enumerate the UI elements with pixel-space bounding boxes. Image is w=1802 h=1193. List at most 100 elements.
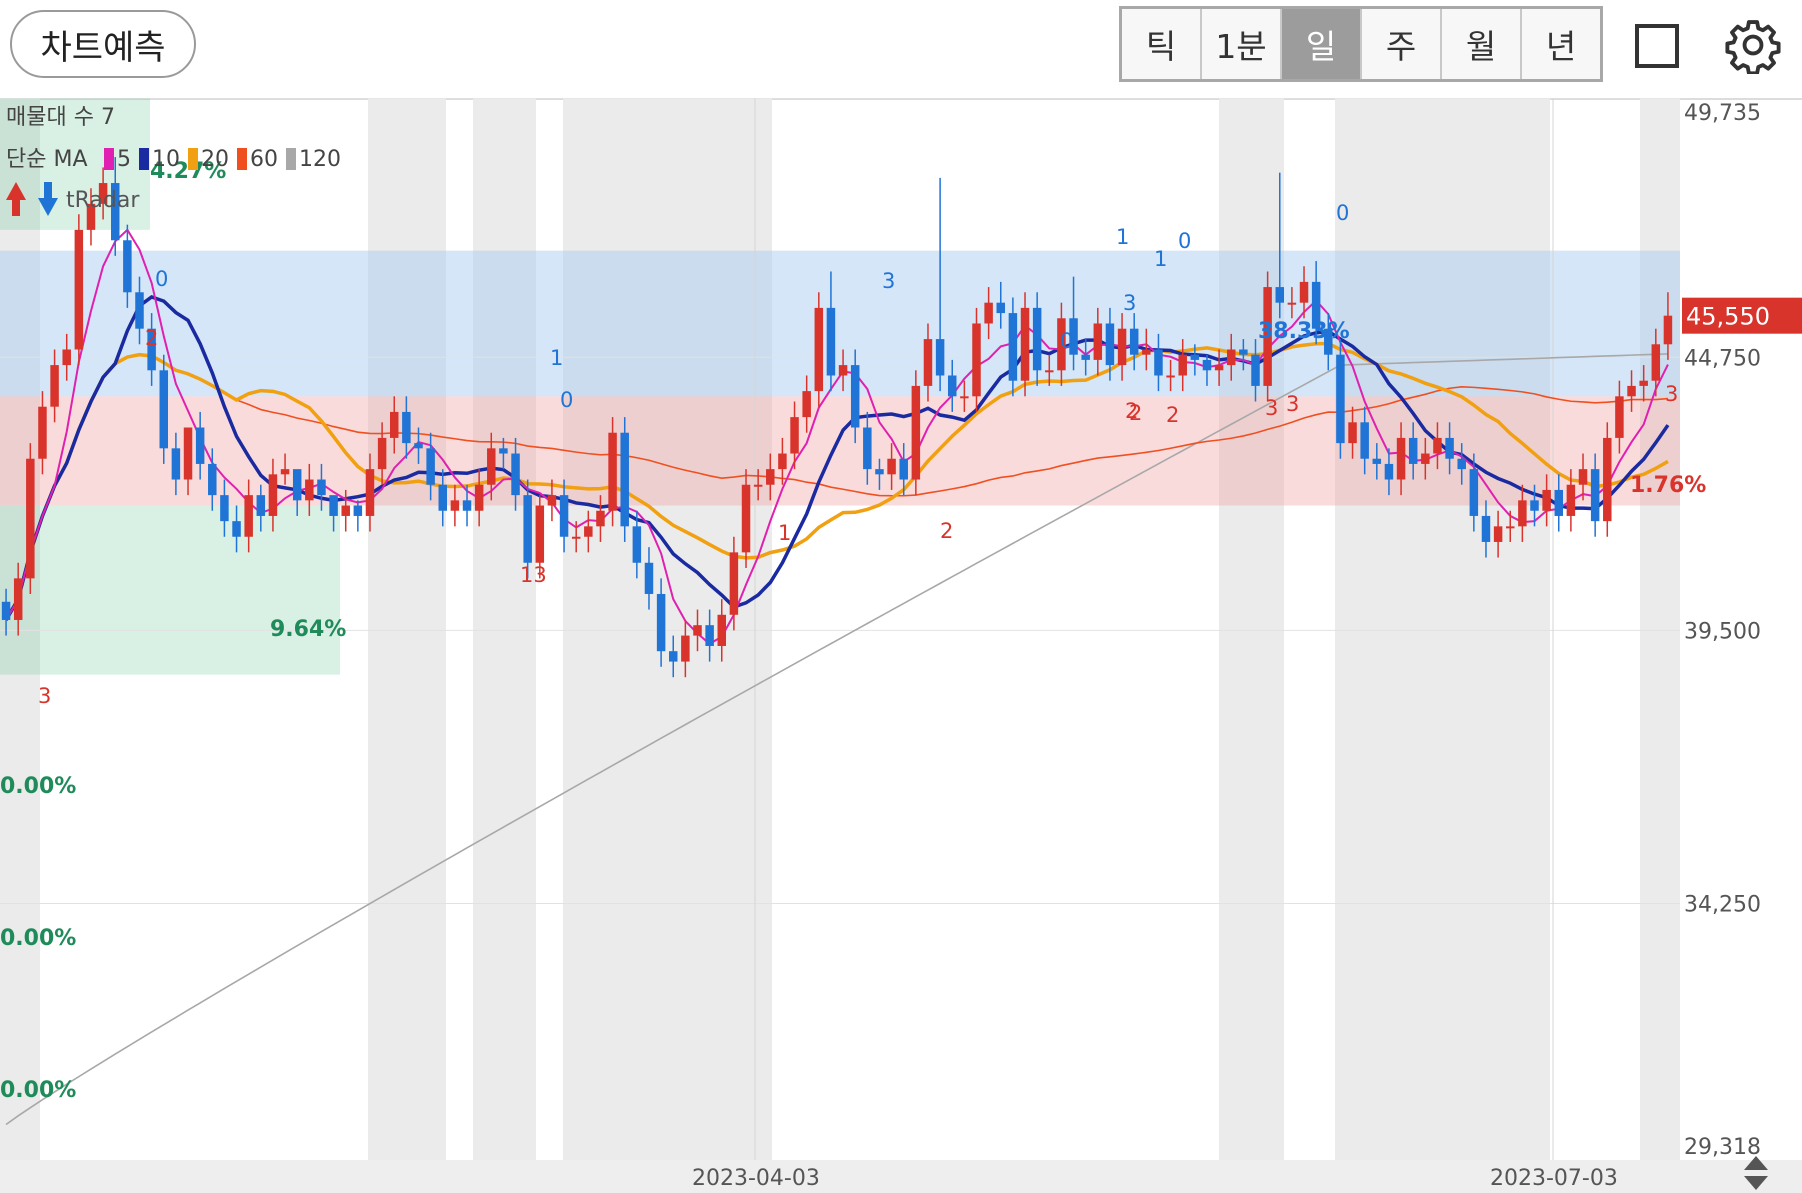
- signal-mark: 1: [550, 346, 563, 370]
- candle-body: [1081, 354, 1090, 360]
- candle-body: [1530, 500, 1539, 511]
- candle-body: [1360, 422, 1369, 459]
- candle-body: [487, 448, 496, 485]
- gear-icon[interactable]: [1724, 16, 1782, 74]
- candle-body: [547, 495, 557, 506]
- candle-body: [1445, 437, 1454, 459]
- candle-body: [1518, 500, 1527, 527]
- candle-body: [1202, 359, 1212, 371]
- candle-body: [450, 500, 460, 511]
- chart-predict-button[interactable]: 차트예측: [10, 10, 196, 78]
- percent-label: 0.00%: [0, 774, 76, 799]
- candle-body: [426, 448, 435, 485]
- candle-body: [280, 469, 290, 475]
- candle-body: [1336, 354, 1345, 444]
- candle-body: [195, 427, 205, 464]
- tab-1min[interactable]: 1분: [1202, 9, 1282, 79]
- tab-month[interactable]: 월: [1442, 9, 1522, 79]
- candle-body: [681, 635, 690, 662]
- candle-body: [62, 349, 71, 366]
- candle-body: [438, 484, 448, 511]
- candle-body: [1408, 437, 1418, 464]
- candle-body: [353, 505, 363, 516]
- signal-mark: 3: [1665, 382, 1678, 406]
- candle-body: [1, 601, 11, 620]
- candle-body: [1239, 349, 1248, 355]
- candle-body: [1542, 489, 1551, 511]
- ma-period-label: 60: [250, 147, 278, 172]
- candle-body: [1299, 281, 1309, 303]
- candle-body: [1226, 349, 1236, 366]
- candle-body: [50, 365, 59, 407]
- candle-body: [462, 500, 472, 511]
- tab-day[interactable]: 일: [1282, 9, 1362, 79]
- signal-mark: 1: [778, 521, 791, 545]
- ma-period-label: 20: [201, 147, 229, 172]
- candle-body: [256, 495, 266, 516]
- percent-label: 0.00%: [0, 926, 76, 951]
- candle-body: [365, 469, 375, 516]
- y-tick-label: 44,750: [1684, 346, 1761, 371]
- candle-body: [1603, 437, 1612, 522]
- fullscreen-icon[interactable]: [1635, 24, 1679, 68]
- tab-tick[interactable]: 틱: [1122, 9, 1202, 79]
- candle-body: [972, 323, 981, 397]
- candle-body: [960, 396, 969, 399]
- tab-year[interactable]: 년: [1522, 9, 1600, 79]
- ma-swatch: [237, 148, 247, 170]
- signal-mark: 13: [520, 563, 547, 587]
- candle-body: [1566, 484, 1576, 516]
- ma-period-label: 120: [299, 147, 341, 172]
- signal-mark: 2: [940, 519, 953, 543]
- candle-body: [632, 526, 642, 563]
- signal-mark: 2: [145, 326, 158, 350]
- ma-swatch: [104, 148, 114, 170]
- stock-chart[interactable]: 4.27%9.64%0.00%0.00%0.00%38.33%1.76%3201…: [0, 98, 1802, 1193]
- candle-body: [244, 495, 253, 537]
- percent-label: 1.76%: [1630, 473, 1706, 498]
- ma-period-label: 5: [117, 147, 131, 172]
- signal-mark: 0: [1178, 229, 1191, 253]
- candle-body: [1578, 469, 1588, 485]
- candle-body: [766, 469, 775, 485]
- candle-body: [620, 432, 629, 527]
- top-toolbar: 차트예측 틱 1분 일 주 월 년: [0, 0, 1802, 100]
- volume-profile-label: 매물대 수 7: [6, 105, 115, 130]
- candle-body: [826, 307, 836, 376]
- candle-body: [1469, 469, 1479, 516]
- candle-body: [1214, 365, 1224, 371]
- candle-body: [1166, 375, 1175, 378]
- signal-label: tRadar: [66, 188, 140, 213]
- candle-body: [705, 625, 714, 646]
- tab-week[interactable]: 주: [1362, 9, 1442, 79]
- candle-body: [159, 370, 169, 449]
- percent-label: 0.00%: [0, 1078, 76, 1103]
- candle-body: [571, 536, 581, 539]
- signal-mark: 0: [155, 267, 168, 291]
- signal-mark: 0: [1060, 329, 1073, 353]
- candle-body: [74, 229, 84, 350]
- candle-body: [402, 411, 411, 444]
- candle-body: [1372, 458, 1382, 464]
- candle-body: [1421, 453, 1430, 464]
- candle-body: [171, 448, 181, 480]
- candle-body: [292, 469, 302, 501]
- candle-body: [668, 651, 678, 662]
- candle-body: [753, 484, 763, 487]
- x-tick-label: 2023-04-03: [692, 1166, 820, 1191]
- candle-body: [220, 495, 229, 522]
- candle-body: [693, 625, 702, 636]
- candle-body: [123, 240, 132, 293]
- candle-body: [947, 375, 957, 397]
- candle-body: [1008, 313, 1018, 381]
- candle-body: [584, 526, 593, 537]
- candle-body: [135, 292, 144, 329]
- candle-body: [1457, 458, 1466, 470]
- candle-body: [268, 474, 278, 516]
- ma-swatch: [139, 148, 149, 170]
- candle-body: [1251, 354, 1260, 386]
- candle-body: [1627, 385, 1636, 397]
- candle-body: [1396, 437, 1406, 480]
- candle-body: [1639, 380, 1648, 386]
- percent-label: 9.64%: [270, 617, 346, 642]
